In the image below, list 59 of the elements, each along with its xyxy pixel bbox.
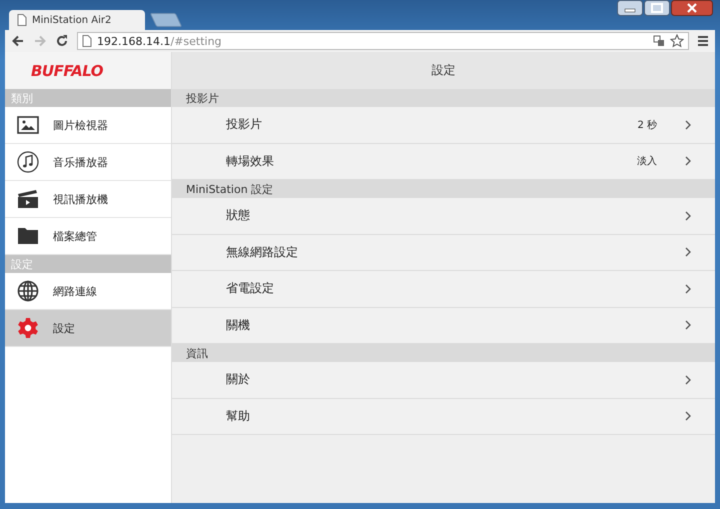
address-bar[interactable]: 192.168.14.1/#setting (77, 32, 689, 50)
item-label: 視訊播放機 (53, 192, 108, 206)
section-header: 資訊 (172, 344, 715, 362)
page-title: 設定 (172, 52, 715, 89)
page-icon (17, 14, 27, 26)
page-icon (82, 35, 92, 47)
maximize-icon[interactable] (644, 0, 670, 16)
settings-row[interactable]: 關機 (172, 308, 715, 344)
close-icon[interactable] (671, 0, 713, 16)
sidebar-item[interactable]: 視訊播放機 (5, 181, 171, 218)
sidebar-item[interactable]: 圖片檢視器 (5, 107, 171, 144)
item-label: 音乐播放器 (53, 154, 108, 170)
section-header: 類別 (5, 89, 171, 107)
star-icon[interactable] (670, 34, 684, 48)
row-label: 幫助 (226, 408, 251, 425)
settings-row[interactable]: 轉場效果 淡入 (172, 144, 715, 180)
row-label: 轉場效果 (226, 152, 275, 170)
reload-icon[interactable] (55, 34, 69, 48)
back-icon[interactable] (11, 34, 25, 48)
music-note-icon (17, 151, 39, 173)
new-tab-button[interactable] (150, 13, 182, 27)
folder-icon (17, 227, 39, 245)
row-value: 淡入 (637, 154, 657, 168)
settings-row[interactable]: 無線網路設定 (172, 234, 715, 271)
section-header: MiniStation 設定 (172, 180, 715, 198)
globe-icon (17, 280, 39, 302)
film-clapper-icon (17, 189, 39, 209)
chevron-icon (685, 411, 691, 422)
item-label: 設定 (53, 320, 75, 336)
menu-icon[interactable] (697, 35, 709, 47)
chevron-icon (685, 284, 691, 294)
section-header: 投影片 (172, 89, 715, 107)
chevron-icon (685, 247, 691, 258)
item-label: 網路連線 (53, 284, 97, 298)
sidebar-item[interactable]: 音乐播放器 (5, 144, 171, 181)
browser-tab[interactable]: MiniStation Air2 (9, 10, 145, 30)
tab-title: MiniStation Air2 (32, 14, 112, 26)
chevron-icon (685, 120, 691, 130)
row-label: 投影片 (226, 116, 263, 134)
section-header: 設定 (5, 255, 171, 273)
row-label: 無線網路設定 (226, 244, 299, 261)
row-label: 狀態 (226, 207, 251, 224)
row-label: 關機 (226, 316, 251, 334)
chevron-icon (685, 320, 691, 330)
row-value: 2 秒 (637, 118, 657, 132)
item-label: 檔案總管 (53, 228, 97, 244)
chevron-icon (685, 210, 691, 221)
sidebar-item[interactable]: 設定 (5, 310, 171, 347)
settings-icon (17, 317, 39, 339)
item-label: 圖片檢視器 (53, 118, 108, 132)
chevron-icon (685, 374, 691, 385)
translate-icon[interactable] (653, 35, 665, 47)
settings-row[interactable]: 幫助 (172, 398, 715, 435)
row-label: 省電設定 (226, 280, 275, 298)
chevron-icon (685, 156, 691, 166)
minimize-icon[interactable] (617, 0, 643, 16)
brand-logo: BUFFALO (31, 62, 104, 80)
image-icon (17, 116, 39, 134)
row-label: 關於 (226, 371, 251, 388)
